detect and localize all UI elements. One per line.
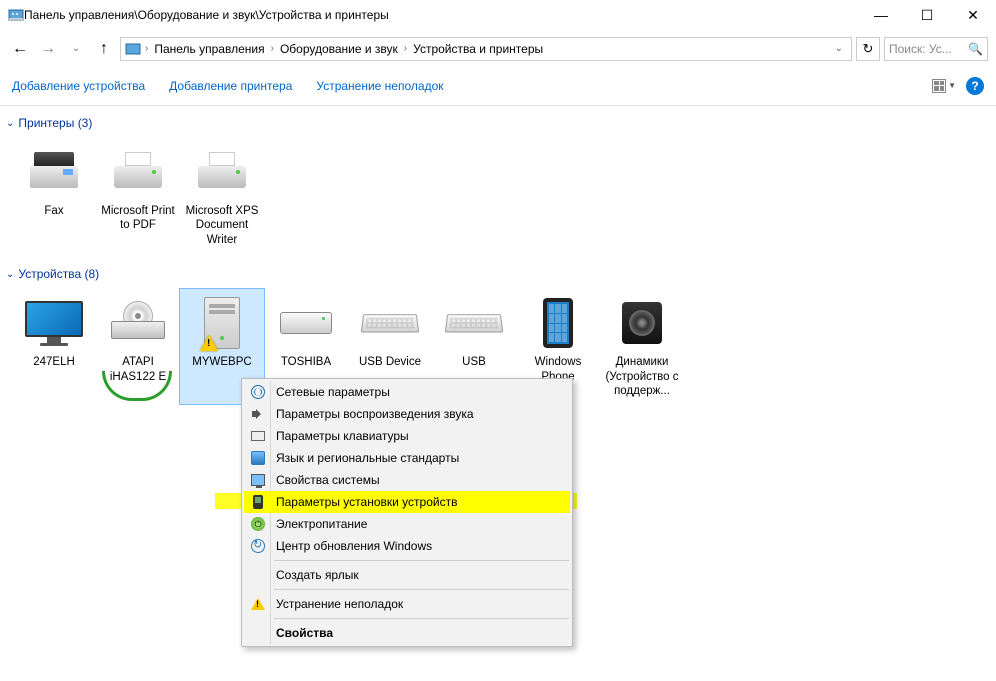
- add-printer-button[interactable]: Добавление принтера: [169, 79, 292, 93]
- menu-network-settings[interactable]: Сетевые параметры: [244, 381, 570, 403]
- printer-icon: [198, 152, 246, 192]
- fax-icon: [30, 152, 78, 192]
- help-button[interactable]: ?: [966, 77, 984, 95]
- refresh-button[interactable]: ↻: [856, 37, 880, 61]
- menu-separator: [274, 589, 569, 590]
- window-title: Панель управления\Оборудование и звук\Ус…: [24, 8, 858, 22]
- device-label: USB Device: [359, 355, 421, 369]
- system-icon: [251, 474, 265, 486]
- menu-language-region[interactable]: Язык и региональные стандарты: [244, 447, 570, 469]
- menu-properties[interactable]: Свойства: [244, 622, 570, 644]
- menu-device-install-settings[interactable]: Параметры установки устройств: [244, 491, 570, 513]
- menu-windows-update[interactable]: Центр обновления Windows: [244, 535, 570, 557]
- update-icon: [251, 539, 265, 553]
- phone-icon: [543, 298, 573, 348]
- device-label: Fax: [44, 204, 63, 218]
- device-label: TOSHIBA: [281, 355, 331, 369]
- keyboard-icon: [445, 314, 503, 332]
- keyboard-icon: [361, 314, 419, 332]
- group-header-printers[interactable]: ⌄ Принтеры (3): [6, 112, 996, 134]
- menu-separator: [274, 560, 569, 561]
- group-title: Принтеры (3): [18, 116, 92, 130]
- menu-keyboard-settings[interactable]: Параметры клавиатуры: [244, 425, 570, 447]
- device-label: Microsoft Print to PDF: [98, 204, 178, 233]
- maximize-button[interactable]: ☐: [904, 0, 950, 30]
- power-icon: ⏻: [251, 517, 265, 531]
- add-device-button[interactable]: Добавление устройства: [12, 79, 145, 93]
- content-area: ⌄ Принтеры (3) Fax Microsoft Print to PD…: [0, 106, 996, 414]
- globe-icon: [251, 385, 265, 399]
- speaker-icon: [622, 302, 662, 344]
- menu-separator: [274, 618, 569, 619]
- group-title: Устройства (8): [18, 267, 99, 281]
- control-panel-icon: [8, 7, 24, 23]
- device-label: USB: [462, 355, 486, 369]
- minimize-button[interactable]: —: [858, 0, 904, 30]
- close-button[interactable]: ✕: [950, 0, 996, 30]
- language-icon: [251, 451, 265, 465]
- back-button[interactable]: ←: [8, 37, 32, 61]
- address-dropdown-button[interactable]: ⌄: [829, 43, 849, 54]
- device-fax[interactable]: Fax: [12, 138, 96, 253]
- device-label: Динамики (Устройство с поддерж...: [602, 355, 682, 398]
- sound-icon: [252, 408, 264, 420]
- breadcrumb-item[interactable]: Оборудование и звук: [276, 42, 402, 56]
- device-icon: [253, 495, 263, 509]
- warning-icon: [251, 598, 265, 610]
- search-input[interactable]: Поиск: Ус... 🔍: [884, 37, 988, 61]
- device-label: MYWEBPC: [192, 355, 251, 369]
- forward-button[interactable]: →: [36, 37, 60, 61]
- recent-locations-button[interactable]: ⌄: [64, 37, 88, 61]
- context-menu: Сетевые параметры Параметры воспроизведе…: [241, 378, 573, 647]
- warning-overlay-icon: !: [200, 335, 218, 353]
- device-monitor[interactable]: 247ELH: [12, 289, 96, 404]
- device-speakers[interactable]: Динамики (Устройство с поддерж...: [600, 289, 684, 404]
- keyboard-icon: [251, 431, 265, 441]
- address-breadcrumb[interactable]: › Панель управления › Оборудование и зву…: [120, 37, 852, 61]
- chevron-right-icon[interactable]: ›: [145, 43, 148, 54]
- control-panel-icon: [125, 41, 141, 57]
- printer-icon: [114, 152, 162, 192]
- monitor-icon: [25, 301, 83, 345]
- dropdown-triangle-icon: ▼: [948, 81, 956, 90]
- optical-drive-icon: [111, 307, 165, 339]
- up-button[interactable]: ↑: [92, 37, 116, 61]
- command-toolbar: Добавление устройства Добавление принтер…: [0, 66, 996, 106]
- external-hdd-icon: [280, 312, 332, 334]
- chevron-right-icon[interactable]: ›: [404, 43, 407, 54]
- device-ms-print-pdf[interactable]: Microsoft Print to PDF: [96, 138, 180, 253]
- breadcrumb-item[interactable]: Устройства и принтеры: [409, 42, 547, 56]
- device-label: 247ELH: [33, 355, 75, 369]
- device-label: Microsoft XPS Document Writer: [182, 204, 262, 247]
- search-placeholder: Поиск: Ус...: [889, 42, 964, 56]
- menu-create-shortcut[interactable]: Создать ярлык: [244, 564, 570, 586]
- menu-system-properties[interactable]: Свойства системы: [244, 469, 570, 491]
- menu-power-options[interactable]: ⏻Электропитание: [244, 513, 570, 535]
- navigation-bar: ← → ⌄ ↑ › Панель управления › Оборудован…: [0, 30, 996, 66]
- chevron-down-icon: ⌄: [6, 269, 14, 280]
- menu-troubleshoot[interactable]: Устранение неполадок: [244, 593, 570, 615]
- view-options-button[interactable]: ▼: [932, 79, 956, 93]
- device-ms-xps-writer[interactable]: Microsoft XPS Document Writer: [180, 138, 264, 253]
- chevron-down-icon: ⌄: [6, 118, 14, 129]
- printers-list: Fax Microsoft Print to PDF Microsoft XPS…: [6, 134, 996, 263]
- chevron-right-icon[interactable]: ›: [271, 43, 274, 54]
- breadcrumb-item[interactable]: Панель управления: [150, 42, 268, 56]
- window-titlebar: Панель управления\Оборудование и звук\Ус…: [0, 0, 996, 30]
- search-icon: 🔍: [968, 42, 983, 56]
- menu-sound-playback[interactable]: Параметры воспроизведения звука: [244, 403, 570, 425]
- troubleshoot-button[interactable]: Устранение неполадок: [316, 79, 443, 93]
- group-header-devices[interactable]: ⌄ Устройства (8): [6, 263, 996, 285]
